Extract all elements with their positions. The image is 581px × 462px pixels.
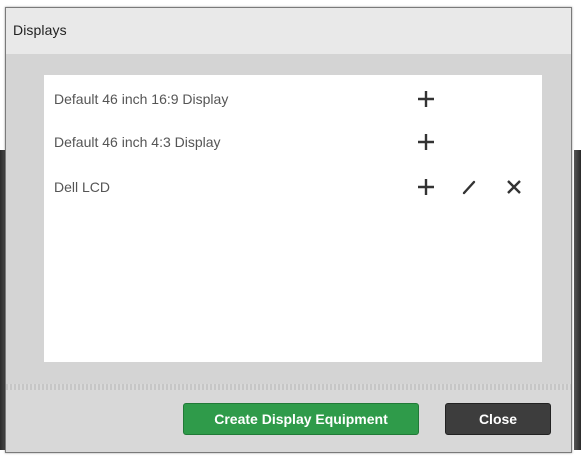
display-name: Default 46 inch 4:3 Display [54,134,221,150]
dialog-titlebar: Displays [6,8,571,55]
plus-icon[interactable] [414,175,438,199]
dialog-title: Displays [13,22,67,38]
screen: Displays Default 46 inch 16:9 Display De… [0,0,581,462]
plus-icon[interactable] [414,130,438,154]
pencil-icon[interactable] [457,175,481,199]
backdrop [574,150,581,450]
dialog-footer: Create Display Equipment Close [6,390,571,452]
display-name: Default 46 inch 16:9 Display [54,91,229,107]
dialog-content: Default 46 inch 16:9 Display Default 46 … [6,54,571,384]
list-item: Default 46 inch 4:3 Display [44,128,542,158]
list-item: Default 46 inch 16:9 Display [44,85,542,115]
create-display-equipment-button[interactable]: Create Display Equipment [183,403,419,435]
close-button[interactable]: Close [445,403,551,435]
display-list: Default 46 inch 16:9 Display Default 46 … [44,75,542,362]
plus-icon[interactable] [414,87,438,111]
list-item: Dell LCD [44,173,542,203]
displays-dialog: Displays Default 46 inch 16:9 Display De… [5,7,572,453]
close-icon[interactable] [502,175,526,199]
display-name: Dell LCD [54,179,111,195]
